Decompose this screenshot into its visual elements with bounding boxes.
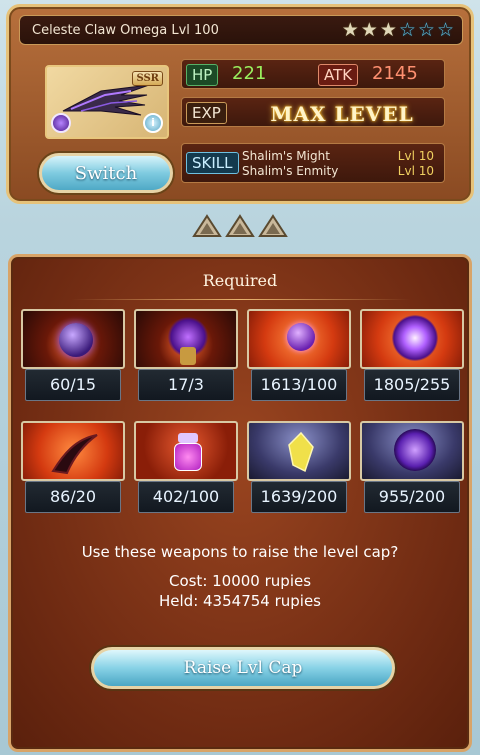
- star-icon: ☆: [417, 19, 435, 41]
- dark-quartz-icon: [360, 309, 464, 369]
- switch-button[interactable]: Switch: [39, 153, 173, 193]
- inferno-orb-icon: [247, 309, 351, 369]
- atk-value: 2145: [372, 63, 418, 84]
- material-item[interactable]: 955/200: [360, 421, 464, 515]
- material-item[interactable]: 1639/200: [247, 421, 351, 515]
- skill-label: SKILL: [186, 152, 239, 174]
- triangle-icon: [192, 214, 222, 237]
- skill-name: Shalim's Might: [242, 149, 330, 163]
- material-item[interactable]: 60/15: [21, 309, 125, 403]
- atk-label: ATK: [318, 64, 359, 86]
- skill-row[interactable]: SKILL Shalim's Might Shalim's Enmity Lvl…: [181, 143, 445, 183]
- dark-element-icon: [51, 113, 71, 133]
- star-icon: ☆: [436, 19, 454, 41]
- triangle-icon: [258, 214, 288, 237]
- exp-row: EXP MAX LEVEL: [181, 97, 445, 127]
- skill-levels: Lvl 10 Lvl 10: [398, 149, 434, 179]
- dark-scroll-icon: [360, 421, 464, 481]
- confirm-question: Use these weapons to raise the level cap…: [81, 543, 399, 561]
- claw-icon: [21, 421, 125, 481]
- material-item[interactable]: 402/100: [134, 421, 238, 515]
- skill-level: Lvl 10: [397, 149, 434, 163]
- weapon-thumbnail[interactable]: SSR i: [45, 65, 169, 139]
- star-icon: ☆: [398, 19, 416, 41]
- weapon-title-bar: Celeste Claw Omega Lvl 100 ★ ★ ★ ☆ ☆ ☆: [19, 15, 463, 45]
- cost-text: Cost: 10000 rupies: [168, 572, 312, 590]
- claw-weapon-icon: [62, 84, 150, 116]
- max-level-text: MAX LEVEL: [270, 102, 414, 126]
- raise-lvl-cap-button[interactable]: Raise Lvl Cap: [91, 647, 395, 689]
- material-item[interactable]: 1805/255: [360, 309, 464, 403]
- material-count: 402/100: [138, 481, 234, 513]
- potion-icon: [134, 421, 238, 481]
- held-text: Held: 4354754 rupies: [159, 592, 321, 610]
- dark-orb-icon: [21, 309, 125, 369]
- material-count: 1639/200: [251, 481, 347, 513]
- triangle-icon: [225, 214, 255, 237]
- required-heading: Required: [202, 271, 278, 290]
- hp-label: HP: [186, 64, 219, 86]
- material-item[interactable]: 86/20: [21, 421, 125, 515]
- material-item[interactable]: 1613/100: [247, 309, 351, 403]
- skill-level: Lvl 10: [397, 164, 434, 178]
- info-icon[interactable]: i: [143, 113, 163, 133]
- hp-atk-row: HP 221 ATK 2145: [181, 59, 445, 89]
- material-count: 1613/100: [251, 369, 347, 401]
- star-icon: ★: [360, 19, 378, 41]
- weapon-card: Celeste Claw Omega Lvl 100 ★ ★ ★ ☆ ☆ ☆ S…: [6, 4, 474, 204]
- uncap-panel: Required 60/15 17/3 1613/100 1805/255 86…: [8, 254, 472, 752]
- hp-value: 221: [232, 63, 267, 84]
- skill-name: Shalim's Enmity: [242, 164, 339, 178]
- star-icon: ★: [341, 19, 359, 41]
- material-count: 60/15: [25, 369, 121, 401]
- material-item[interactable]: 17/3: [134, 309, 238, 403]
- divider: [71, 299, 411, 300]
- uncap-stars: ★ ★ ★ ☆ ☆ ☆: [342, 20, 454, 40]
- material-count: 17/3: [138, 369, 234, 401]
- rarity-badge: SSR: [132, 71, 163, 86]
- material-count: 86/20: [25, 481, 121, 513]
- cost-block: Cost: 10000 rupies Held: 4354754 rupies: [11, 571, 469, 611]
- material-count: 1805/255: [364, 369, 460, 401]
- crystal-icon: [247, 421, 351, 481]
- dark-whorl-icon: [134, 309, 238, 369]
- material-count: 955/200: [364, 481, 460, 513]
- exp-label: EXP: [186, 102, 227, 124]
- star-icon: ★: [379, 19, 397, 41]
- weapon-name: Celeste Claw Omega Lvl 100: [32, 23, 219, 38]
- skill-names: Shalim's Might Shalim's Enmity: [242, 149, 338, 179]
